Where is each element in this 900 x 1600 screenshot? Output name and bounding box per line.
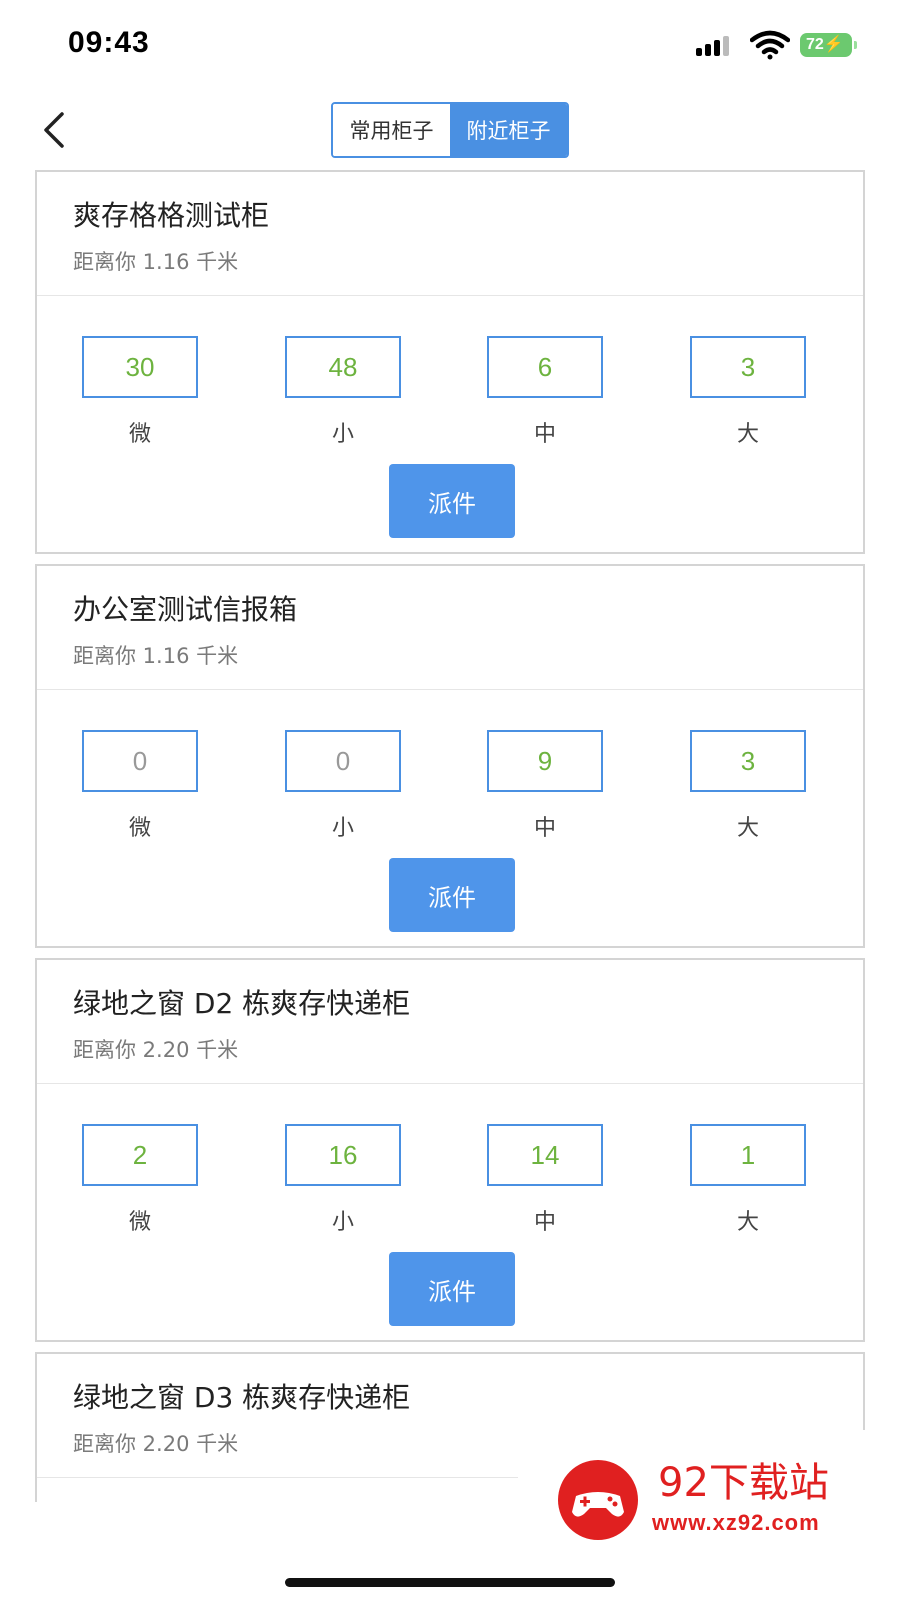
- slot-size-label: 中: [533, 422, 556, 447]
- watermark-url: www.xz92.com: [652, 1510, 820, 1535]
- slot-count: 9: [487, 730, 603, 792]
- slot-large: 3 大: [690, 336, 806, 448]
- slot-count: 16: [285, 1124, 401, 1186]
- slot-medium: 9 中: [487, 730, 603, 842]
- slot-size-label: 大: [736, 816, 759, 841]
- slot-small: 0 小: [285, 730, 401, 842]
- chevron-left-icon: [44, 112, 64, 148]
- cabinet-header[interactable]: 爽存格格测试柜 距离你 1.16 千米: [37, 172, 863, 296]
- slot-count: 0: [82, 730, 198, 792]
- slot-count: 2: [82, 1124, 198, 1186]
- slot-count: 1: [690, 1124, 806, 1186]
- cabinet-name: 绿地之窗 D2 栋爽存快递柜: [73, 987, 411, 1020]
- slot-large: 3 大: [690, 730, 806, 842]
- cabinet-name: 爽存格格测试柜: [73, 199, 270, 232]
- slot-small: 48 小: [285, 336, 401, 448]
- slot-count: 14: [487, 1124, 603, 1186]
- slot-size-label: 微: [128, 816, 151, 841]
- status-time: 09:43: [68, 26, 150, 59]
- cabinet-card: 办公室测试信报箱 距离你 1.16 千米 0 微 0 小 9 中 3 大 派件: [35, 564, 865, 948]
- slot-count: 30: [82, 336, 198, 398]
- slot-medium: 6 中: [487, 336, 603, 448]
- slot-count: 48: [285, 336, 401, 398]
- cabinet-distance: 距离你 2.20 千米: [73, 1432, 239, 1456]
- charging-bolt-icon: ⚡: [823, 36, 844, 53]
- dispatch-button[interactable]: 派件: [389, 1252, 515, 1326]
- slot-size-label: 小: [331, 1210, 354, 1235]
- battery-icon: 72⚡: [800, 33, 857, 57]
- cabinet-distance: 距离你 1.16 千米: [73, 250, 239, 274]
- cellular-signal-icon: [696, 34, 738, 56]
- dispatch-button[interactable]: 派件: [389, 464, 515, 538]
- cabinet-header[interactable]: 办公室测试信报箱 距离你 1.16 千米: [37, 566, 863, 690]
- cabinet-name: 绿地之窗 D3 栋爽存快递柜: [73, 1381, 411, 1414]
- slot-size-label: 小: [331, 422, 354, 447]
- wifi-icon: [750, 30, 790, 60]
- cabinet-card: 爽存格格测试柜 距离你 1.16 千米 30 微 48 小 6 中 3 大 派件: [35, 170, 865, 554]
- slot-size-label: 中: [533, 816, 556, 841]
- slot-size-label: 大: [736, 422, 759, 447]
- slot-size-label: 中: [533, 1210, 556, 1235]
- slot-count: 3: [690, 730, 806, 792]
- gamepad-logo-icon: [558, 1460, 638, 1540]
- slot-micro: 2 微: [82, 1124, 198, 1236]
- slot-size-label: 微: [128, 422, 151, 447]
- tab-nearby-cabinets[interactable]: 附近柜子: [450, 104, 567, 156]
- cabinet-distance: 距离你 2.20 千米: [73, 1038, 239, 1062]
- slot-medium: 14 中: [487, 1124, 603, 1236]
- slot-count: 0: [285, 730, 401, 792]
- slot-size-label: 微: [128, 1210, 151, 1235]
- cabinet-header[interactable]: 绿地之窗 D2 栋爽存快递柜 距离你 2.20 千米: [37, 960, 863, 1084]
- slot-size-label: 大: [736, 1210, 759, 1235]
- slot-size-label: 小: [331, 816, 354, 841]
- back-button[interactable]: [36, 106, 76, 154]
- slot-micro: 0 微: [82, 730, 198, 842]
- cabinet-card: 绿地之窗 D2 栋爽存快递柜 距离你 2.20 千米 2 微 16 小 14 中…: [35, 958, 865, 1342]
- home-indicator: [285, 1578, 615, 1587]
- cabinet-tab-switch: 常用柜子 附近柜子: [331, 102, 569, 158]
- cabinet-name: 办公室测试信报箱: [73, 593, 298, 626]
- status-bar: 09:43 72⚡: [0, 0, 900, 90]
- slot-micro: 30 微: [82, 336, 198, 448]
- slot-count: 6: [487, 336, 603, 398]
- tab-common-cabinets[interactable]: 常用柜子: [333, 104, 450, 156]
- battery-level: 72: [806, 36, 824, 53]
- slot-count: 3: [690, 336, 806, 398]
- slot-large: 1 大: [690, 1124, 806, 1236]
- watermark-title: 92下载站: [658, 1460, 829, 1506]
- cabinet-distance: 距离你 1.16 千米: [73, 644, 239, 668]
- watermark: 92下载站 www.xz92.com: [518, 1430, 900, 1562]
- slot-small: 16 小: [285, 1124, 401, 1236]
- dispatch-button[interactable]: 派件: [389, 858, 515, 932]
